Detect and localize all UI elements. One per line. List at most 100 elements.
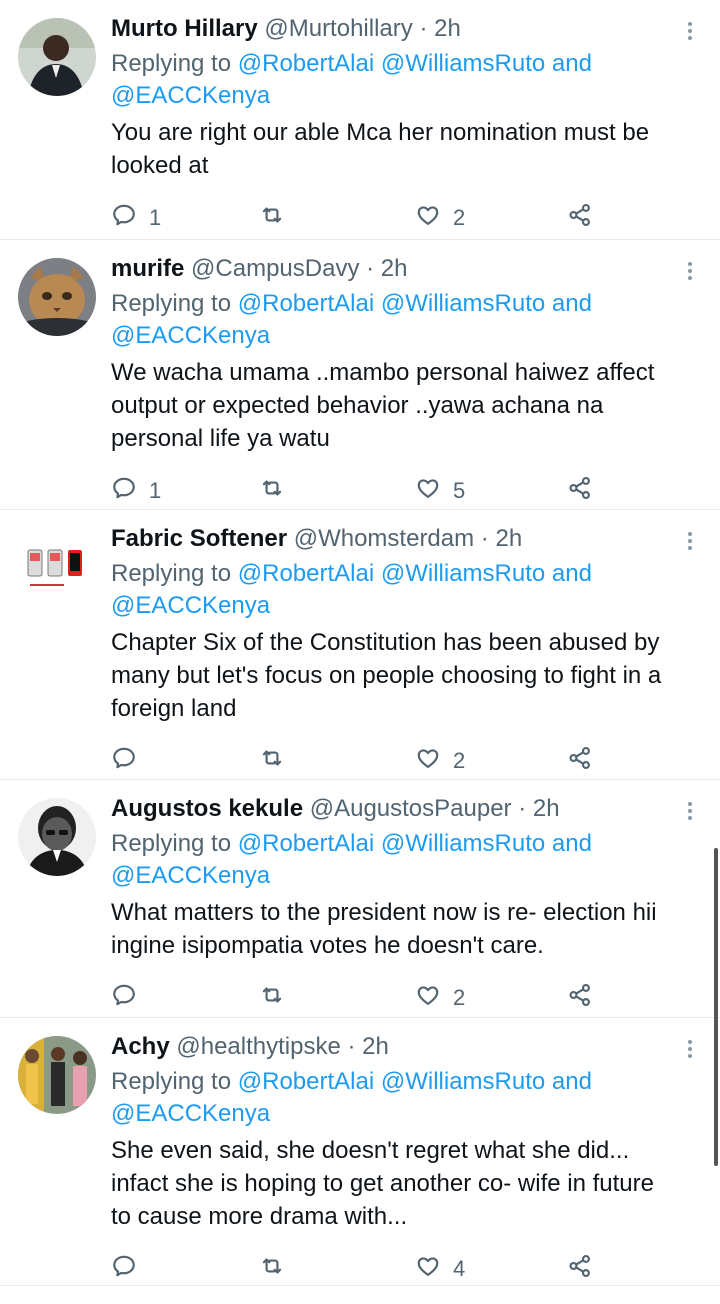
tweet-time[interactable]: 2h — [533, 795, 560, 822]
share-icon — [567, 202, 593, 234]
mention-and-link[interactable]: and — [552, 560, 592, 587]
user-handle[interactable]: @healthytipske — [176, 1033, 340, 1060]
mention-link[interactable]: @EACCKenya — [111, 592, 270, 619]
reply-button[interactable] — [111, 744, 137, 778]
avatar[interactable] — [18, 528, 96, 606]
display-name[interactable]: murife — [111, 255, 184, 282]
tweet-header: murife @CampusDavy · 2h — [111, 254, 408, 284]
replying-to-cont: @EACCKenya — [111, 80, 691, 112]
tweet[interactable]: Achy @healthytipske · 2h Replying to @Ro… — [0, 1018, 720, 1286]
tweet-header: Fabric Softener @Whomsterdam · 2h — [111, 524, 522, 554]
share-button[interactable] — [567, 744, 593, 778]
reply-button[interactable] — [111, 981, 137, 1015]
share-button[interactable] — [567, 474, 593, 508]
avatar[interactable] — [18, 1036, 96, 1114]
user-handle[interactable]: @Whomsterdam — [294, 525, 474, 552]
replying-to-label: Replying to — [111, 1068, 232, 1095]
mention-and-link[interactable]: and — [552, 290, 592, 317]
more-vertical-icon[interactable] — [688, 532, 694, 553]
retweet-button[interactable] — [259, 981, 285, 1015]
heart-icon — [415, 202, 441, 234]
like-button[interactable]: 5 — [415, 474, 465, 508]
retweet-icon — [259, 202, 285, 234]
mention-link[interactable]: @WilliamsRuto — [381, 290, 545, 317]
tweet-time[interactable]: 2h — [362, 1033, 389, 1060]
mention-and-link[interactable]: and — [552, 830, 592, 857]
like-button[interactable]: 4 — [415, 1252, 465, 1286]
tweet-actions: 4 — [111, 1252, 711, 1286]
tweet-text: We wacha umama ..mambo personal haiwez a… — [111, 356, 696, 455]
more-vertical-icon[interactable] — [688, 22, 694, 43]
mention-link[interactable]: @WilliamsRuto — [381, 1068, 545, 1095]
retweet-button[interactable] — [259, 201, 285, 235]
replying-to-cont: @EACCKenya — [111, 860, 691, 892]
tweet[interactable]: Fabric Softener @Whomsterdam · 2h Replyi… — [0, 510, 720, 780]
avatar[interactable] — [18, 798, 96, 876]
scrollbar[interactable] — [714, 848, 718, 1166]
mention-link[interactable]: @RobertAlai — [238, 50, 374, 77]
share-button[interactable] — [567, 201, 593, 235]
tweet-text-line: She even said, she doesn't regret what s… — [111, 1137, 630, 1164]
like-button[interactable]: 2 — [415, 201, 465, 235]
avatar[interactable] — [18, 258, 96, 336]
retweet-button[interactable] — [259, 1252, 285, 1286]
mention-link[interactable]: @EACCKenya — [111, 82, 270, 109]
mention-link[interactable]: @RobertAlai — [238, 830, 374, 857]
share-icon — [567, 745, 593, 777]
reply-icon — [111, 1253, 137, 1285]
share-button[interactable] — [567, 981, 593, 1015]
mention-link[interactable]: @WilliamsRuto — [381, 830, 545, 857]
user-handle[interactable]: @AugustosPauper — [310, 795, 512, 822]
tweet[interactable]: murife @CampusDavy · 2h Replying to @Rob… — [0, 240, 720, 510]
mention-and-link[interactable]: and — [552, 1068, 592, 1095]
tweet[interactable]: Augustos kekule @AugustosPauper · 2h Rep… — [0, 780, 720, 1018]
mention-link[interactable]: @EACCKenya — [111, 1100, 270, 1127]
avatar[interactable] — [18, 18, 96, 96]
tweet-actions: 2 — [111, 744, 711, 778]
tweet[interactable]: Murto Hillary @Murtohillary · 2h Replyin… — [0, 0, 720, 240]
tweet-text: What matters to the president now is re-… — [111, 896, 696, 962]
reply-count: 1 — [149, 205, 162, 230]
mention-link[interactable]: @WilliamsRuto — [381, 560, 545, 587]
retweet-button[interactable] — [259, 744, 285, 778]
reply-count: 1 — [149, 478, 162, 503]
display-name[interactable]: Augustos kekule — [111, 795, 303, 822]
display-name[interactable]: Murto Hillary — [111, 15, 258, 42]
tweet-time[interactable]: 2h — [381, 255, 408, 282]
tweet-text-line: to cause more drama with... — [111, 1203, 408, 1230]
retweet-button[interactable] — [259, 474, 285, 508]
heart-icon — [415, 1253, 441, 1285]
like-button[interactable]: 2 — [415, 981, 465, 1015]
mention-link[interactable]: @EACCKenya — [111, 862, 270, 889]
mention-link[interactable]: @EACCKenya — [111, 322, 270, 349]
replying-to: Replying to @RobertAlai @WilliamsRuto an… — [111, 288, 691, 320]
more-vertical-icon[interactable] — [688, 802, 694, 823]
tweet-text: She even said, she doesn't regret what s… — [111, 1134, 696, 1233]
like-count: 2 — [453, 985, 466, 1010]
user-handle[interactable]: @Murtohillary — [264, 15, 412, 42]
user-handle[interactable]: @CampusDavy — [191, 255, 359, 282]
display-name[interactable]: Fabric Softener — [111, 525, 287, 552]
mention-link[interactable]: @RobertAlai — [238, 560, 374, 587]
separator-dot: · — [518, 795, 527, 822]
more-vertical-icon[interactable] — [688, 1040, 694, 1061]
tweet-time[interactable]: 2h — [495, 525, 522, 552]
mention-and-link[interactable]: and — [552, 50, 592, 77]
more-vertical-icon[interactable] — [688, 262, 694, 283]
reply-button[interactable] — [111, 1252, 137, 1286]
reply-button[interactable]: 1 — [111, 474, 161, 508]
like-button[interactable]: 2 — [415, 744, 465, 778]
share-button[interactable] — [567, 1252, 593, 1286]
replying-to-cont: @EACCKenya — [111, 320, 691, 352]
mention-link[interactable]: @RobertAlai — [238, 1068, 374, 1095]
mention-link[interactable]: @RobertAlai — [238, 290, 374, 317]
tweet-time[interactable]: 2h — [434, 15, 461, 42]
display-name[interactable]: Achy — [111, 1033, 170, 1060]
mention-link[interactable]: @WilliamsRuto — [381, 50, 545, 77]
replying-to-label: Replying to — [111, 830, 232, 857]
like-count: 4 — [453, 1256, 466, 1281]
reply-button[interactable]: 1 — [111, 201, 161, 235]
separator-dot: · — [480, 525, 489, 552]
heart-icon — [415, 745, 441, 777]
retweet-icon — [259, 475, 285, 507]
